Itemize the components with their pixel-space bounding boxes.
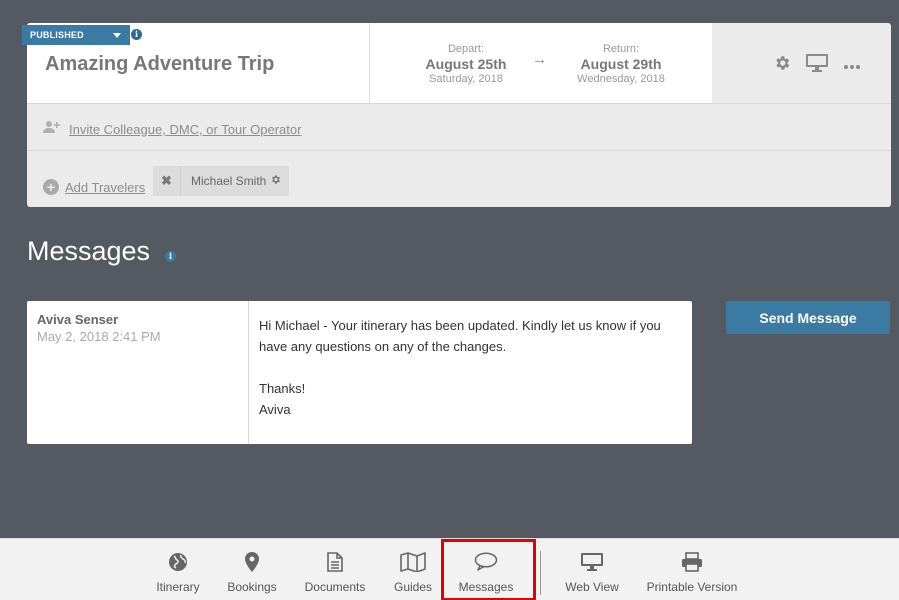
gear-icon[interactable] — [270, 166, 281, 196]
depart-date: August 25th — [425, 56, 507, 72]
printer-icon — [640, 552, 744, 572]
send-message-button[interactable]: Send Message — [726, 301, 890, 334]
nav-item-printable-version[interactable]: Printable Version — [640, 539, 744, 600]
gear-icon[interactable] — [773, 54, 791, 77]
more-icon[interactable] — [843, 57, 861, 75]
chevron-down-icon — [113, 33, 121, 38]
nav-item-guides[interactable]: Guides — [388, 539, 438, 600]
header-actions — [773, 53, 861, 78]
nav-item-bookings[interactable]: Bookings — [222, 539, 282, 600]
message-line: Thanks! — [259, 381, 306, 396]
return-label: Return: — [602, 43, 640, 55]
trip-title[interactable]: Amazing Adventure Trip — [45, 53, 274, 76]
trip-card: PUBLISHED i Amazing Adventure Trip Depar… — [22, 23, 891, 208]
traveler-chip: ✖ Michael Smith — [153, 166, 290, 196]
status-dropdown[interactable]: PUBLISHED — [22, 25, 130, 45]
message-body: Hi Michael - Your itinerary has been upd… — [259, 315, 679, 420]
message-line — [259, 357, 679, 378]
nav-active-highlight — [441, 539, 536, 600]
message-item: Aviva Senser May 2, 2018 2:41 PM Hi Mich… — [27, 301, 692, 444]
sender-name: Aviva Senser — [37, 312, 119, 327]
message-line: Hi Michael - Your itinerary has been upd… — [259, 318, 661, 354]
map-icon — [388, 552, 438, 573]
traveler-name: Michael Smith — [191, 174, 267, 188]
globe-icon — [150, 552, 206, 572]
depart-label: Depart: — [447, 43, 485, 55]
return-date-group[interactable]: Return: August 29th Wednesday, 2018 — [561, 43, 681, 85]
nav-label: Itinerary — [156, 580, 200, 594]
arrow-right-icon: → — [532, 51, 547, 68]
message-sender-column: Aviva Senser May 2, 2018 2:41 PM — [27, 301, 249, 444]
depart-date-group[interactable]: Depart: August 25th Saturday, 2018 — [406, 43, 526, 85]
monitor-icon[interactable] — [805, 53, 829, 78]
nav-label: Documents — [304, 580, 366, 594]
depart-day: Saturday, 2018 — [429, 73, 503, 85]
add-travelers-link[interactable]: Add Travelers — [65, 180, 145, 195]
invite-row: Invite Colleague, DMC, or Tour Operator — [43, 120, 301, 139]
nav-label: Bookings — [227, 580, 277, 594]
trip-header: PUBLISHED i Amazing Adventure Trip Depar… — [22, 23, 891, 103]
plus-circle-icon[interactable]: + — [43, 179, 59, 195]
traveler-name-group[interactable]: Michael Smith — [181, 166, 289, 196]
return-day: Wednesday, 2018 — [577, 73, 665, 85]
add-user-icon — [43, 120, 61, 139]
message-timestamp: May 2, 2018 2:41 PM — [37, 329, 161, 344]
nav-label: Guides — [393, 580, 433, 594]
remove-traveler-button[interactable]: ✖ — [153, 166, 181, 196]
document-icon — [300, 552, 370, 572]
divider — [27, 103, 891, 104]
message-line: Aviva — [259, 402, 291, 417]
nav-item-web-view[interactable]: Web View — [560, 539, 624, 600]
nav-item-itinerary[interactable]: Itinerary — [150, 539, 206, 600]
add-travelers-row: + Add Travelers — [43, 166, 145, 208]
page-title: Messages — [27, 236, 151, 266]
info-icon[interactable]: i — [165, 251, 176, 262]
map-pin-icon — [222, 552, 282, 572]
bottom-nav: Itinerary Bookings Documents Guides Mess… — [0, 538, 899, 600]
trip-dates: Depart: August 25th Saturday, 2018 → Ret… — [369, 23, 712, 103]
trip-title-box: PUBLISHED i Amazing Adventure Trip — [22, 23, 369, 103]
invite-colleague-link[interactable]: Invite Colleague, DMC, or Tour Operator — [69, 122, 301, 137]
status-label: PUBLISHED — [30, 30, 84, 40]
nav-divider — [540, 551, 541, 595]
info-icon[interactable]: i — [131, 29, 142, 40]
divider — [27, 150, 891, 151]
nav-label: Printable Version — [646, 580, 738, 594]
return-date: August 29th — [580, 56, 662, 72]
nav-label: Web View — [565, 580, 619, 594]
nav-item-documents[interactable]: Documents — [300, 539, 370, 600]
monitor-icon — [560, 552, 624, 572]
